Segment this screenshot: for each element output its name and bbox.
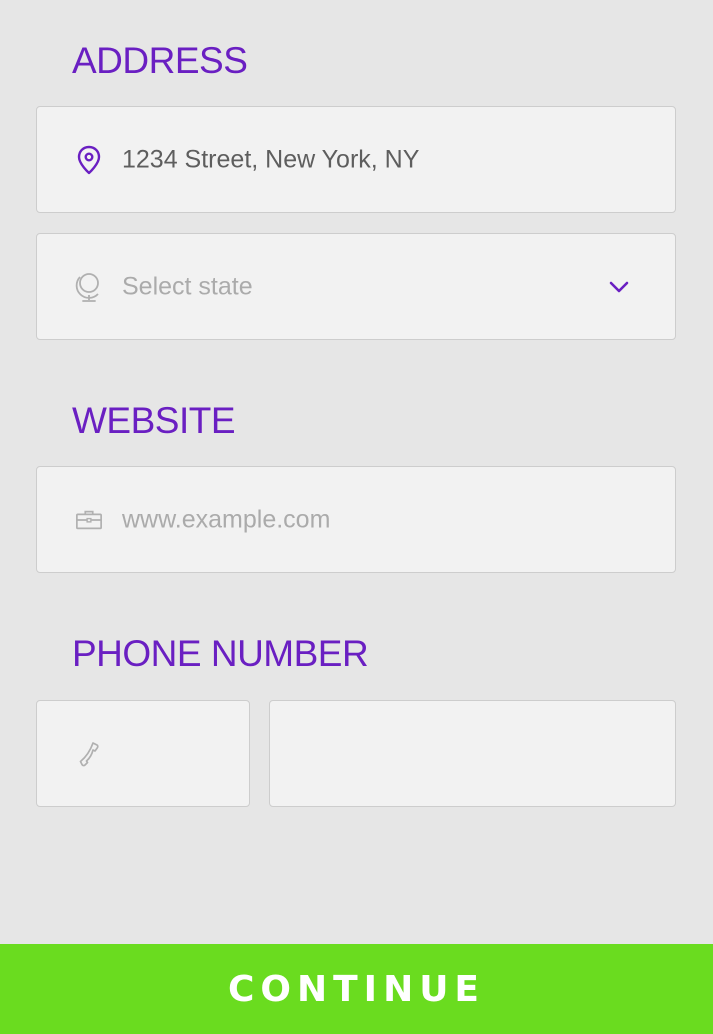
globe-icon	[75, 272, 103, 302]
phone-code-field[interactable]	[36, 700, 250, 807]
continue-button[interactable]: CONTINUE	[0, 944, 713, 1034]
address-form-screen: ADDRESS 1234 Street, New York, NY Select…	[0, 0, 713, 1034]
phone-section-title: PHONE NUMBER	[72, 633, 369, 674]
website-section-title: WEBSITE	[72, 400, 236, 441]
address-section-title: ADDRESS	[72, 40, 248, 81]
state-select-placeholder: Select state	[122, 272, 253, 300]
phone-icon	[75, 740, 103, 768]
website-field[interactable]: www.example.com	[36, 466, 676, 573]
website-placeholder: www.example.com	[122, 505, 331, 533]
state-select[interactable]: Select state	[36, 233, 676, 340]
phone-number-field[interactable]	[269, 700, 676, 807]
street-address-field[interactable]: 1234 Street, New York, NY	[36, 106, 676, 213]
chevron-down-icon[interactable]	[608, 276, 630, 298]
street-address-value: 1234 Street, New York, NY	[122, 145, 420, 173]
briefcase-icon	[75, 506, 103, 534]
location-pin-icon	[75, 145, 103, 174]
